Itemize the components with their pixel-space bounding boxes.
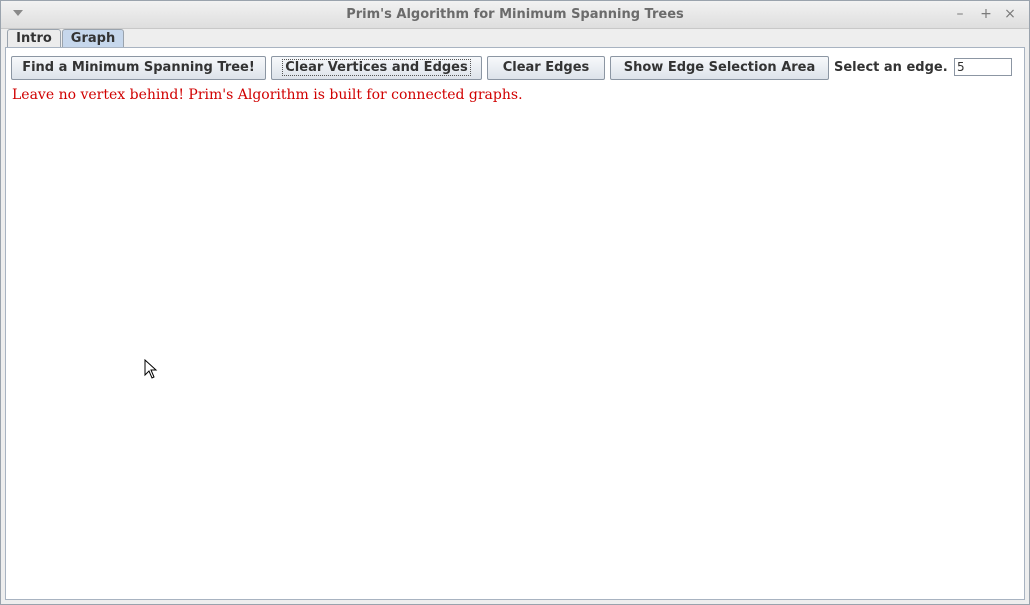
maximize-button[interactable]: + <box>977 5 995 23</box>
tab-intro[interactable]: Intro <box>7 29 61 47</box>
edge-input[interactable]: 5 <box>954 58 1012 76</box>
title-bar[interactable]: Prim's Algorithm for Minimum Spanning Tr… <box>1 1 1029 29</box>
find-mst-button[interactable]: Find a Minimum Spanning Tree! <box>11 56 266 80</box>
mouse-pointer-icon <box>144 359 158 379</box>
close-button[interactable]: × <box>1001 5 1019 23</box>
clear-vertices-edges-label: Clear Vertices and Edges <box>282 59 471 76</box>
app-window: Prim's Algorithm for Minimum Spanning Tr… <box>0 0 1030 605</box>
show-edge-selection-button[interactable]: Show Edge Selection Area <box>610 56 829 80</box>
clear-edges-button[interactable]: Clear Edges <box>487 56 605 80</box>
window-title: Prim's Algorithm for Minimum Spanning Tr… <box>346 7 684 22</box>
tab-graph[interactable]: Graph <box>62 29 124 47</box>
status-message: Leave no vertex behind! Prim's Algorithm… <box>12 87 523 103</box>
select-edge-label: Select an edge. <box>834 60 948 75</box>
minimize-button[interactable]: – <box>951 5 969 23</box>
clear-vertices-edges-button[interactable]: Clear Vertices and Edges <box>271 56 482 80</box>
graph-panel[interactable]: Find a Minimum Spanning Tree! Clear Vert… <box>5 47 1025 600</box>
